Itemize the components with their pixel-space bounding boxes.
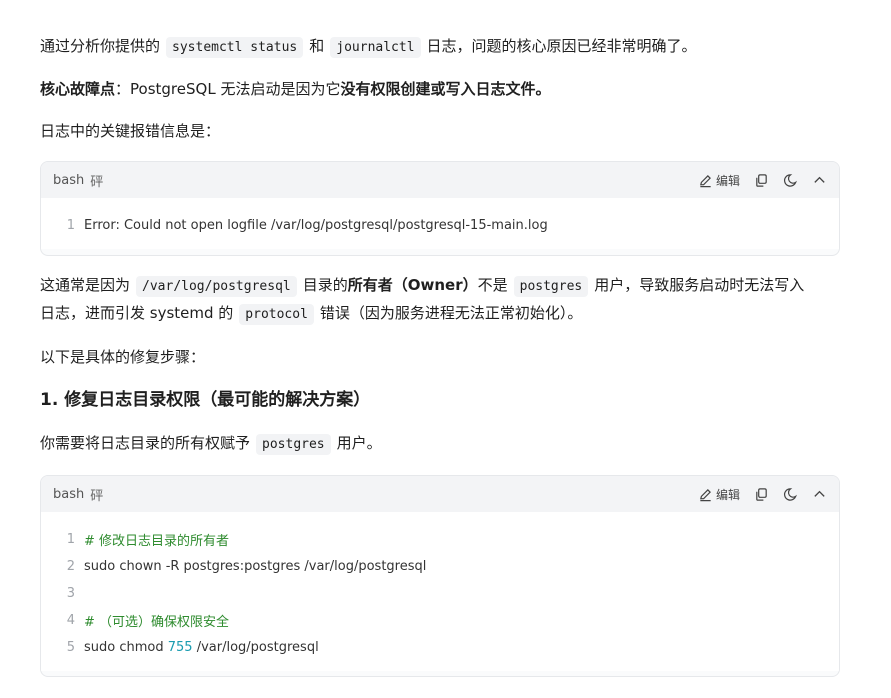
explanation-text: 目录的: [302, 276, 348, 294]
edit-label: 编辑: [715, 173, 740, 188]
line-number: 1: [66, 218, 75, 233]
explanation-text: 不是: [477, 276, 508, 294]
code-line: 5 sudo chmod 755 /var/log/postgresql: [41, 634, 839, 661]
core-fault-bold: 没有权限创建或写入日志文件: [340, 80, 536, 98]
code-block: bash 砰 编辑 1 Error: Could not open logfil…: [40, 161, 840, 256]
code-text: sudo chown -R postgres:postgres /var/log…: [84, 559, 427, 574]
code-language: bash: [53, 172, 85, 188]
code-text: Error: Could not open logfile /var/log/p…: [84, 218, 548, 233]
code-language-extra: 砰: [90, 488, 104, 504]
edit-label: 编辑: [715, 487, 740, 502]
code-line: 1 # 修改日志目录的所有者: [41, 526, 839, 553]
moon-icon: [784, 173, 797, 187]
copy-icon: [756, 173, 767, 187]
code-line: 4 # （可选）确保权限安全: [41, 607, 839, 634]
copy-button[interactable]: [754, 173, 769, 188]
core-fault-text: ：PostgreSQL 无法启动是因为它: [115, 80, 341, 98]
explanation-text: 这通常是因为: [40, 276, 131, 294]
line-number: 3: [66, 586, 75, 601]
code-block: bash 砰 编辑 1 # 修改日志目录的所有者 2 sudo chown -R…: [40, 475, 840, 677]
line-number: 2: [66, 559, 75, 574]
collapse-button[interactable]: [812, 173, 827, 188]
explanation-text: 日志，进而引发 systemd 的: [40, 304, 234, 322]
code-line: 3: [41, 580, 839, 607]
code-language-extra: 砰: [90, 174, 104, 190]
core-fault-paragraph: 核心故障点：PostgreSQL 无法启动是因为它没有权限创建或写入日志文件。: [40, 75, 840, 103]
code-text: sudo chmod 755 /var/log/postgresql: [84, 640, 319, 655]
step1-text: 你需要将日志目录的所有权赋予: [40, 434, 251, 452]
inline-code: protocol: [239, 304, 314, 325]
core-fault-end: 。: [535, 80, 551, 98]
step-heading: 1. 修复日志目录权限（最可能的解决方案）: [40, 390, 371, 410]
explanation-text: 错误（因为服务进程无法正常初始化）。: [319, 304, 583, 322]
inline-code: journalctl: [330, 37, 421, 58]
code-block-header: bash 砰 编辑: [41, 476, 839, 512]
explanation-line-1: 这通常是因为/var/log/postgresql 目录的所有者（Owner）不是…: [40, 271, 840, 301]
log-intro: 日志中的关键报错信息是：: [40, 122, 221, 140]
chevron-up-icon: [814, 490, 825, 497]
chevron-up-icon: [814, 176, 825, 183]
pencil-icon: [700, 174, 711, 187]
inline-code: /var/log/postgresql: [136, 276, 297, 297]
step1-paragraph: 你需要将日志目录的所有权赋予 postgres 用户。: [40, 429, 840, 459]
code-comment: # 修改日志目录的所有者: [84, 534, 230, 549]
explanation-line-2: 日志，进而引发 systemd 的 protocol 错误（因为服务进程无法正常初始…: [40, 299, 840, 329]
explanation-bold: 所有者（Owner）: [347, 276, 478, 294]
line-number: 4: [66, 613, 75, 628]
line-number: 5: [66, 640, 75, 655]
collapse-button[interactable]: [812, 487, 827, 502]
code-body: 1 # 修改日志目录的所有者 2 sudo chown -R postgres:…: [41, 512, 839, 671]
code-language: bash: [53, 486, 85, 502]
steps-intro: 以下是具体的修复步骤：: [40, 348, 206, 366]
inline-code: systemctl status: [166, 37, 304, 58]
code-line: 1 Error: Could not open logfile /var/log…: [41, 212, 839, 239]
intro-text: 日志，问题的核心原因已经非常明确了。: [426, 37, 697, 55]
code-comment: # （可选）确保权限安全: [84, 615, 230, 630]
code-token: /var/log/postgresql: [192, 640, 319, 655]
step1-text: 用户。: [336, 434, 382, 452]
code-line: 2 sudo chown -R postgres:postgres /var/l…: [41, 553, 839, 580]
theme-toggle-button[interactable]: [783, 173, 798, 188]
code-body: 1 Error: Could not open logfile /var/log…: [41, 198, 839, 249]
pencil-icon: [700, 488, 711, 501]
copy-button[interactable]: [754, 487, 769, 502]
line-number: 1: [66, 532, 75, 547]
intro-paragraph: 通过分析你提供的 systemctl status 和 journalctl 日志，问题…: [40, 32, 840, 62]
theme-toggle-button[interactable]: [783, 487, 798, 502]
core-fault-label: 核心故障点: [40, 80, 116, 98]
copy-icon: [756, 487, 767, 501]
code-number-token: 755: [167, 640, 193, 655]
inline-code: postgres: [256, 434, 331, 455]
moon-icon: [784, 487, 797, 501]
intro-text: 和: [309, 37, 325, 55]
edit-button[interactable]: 编辑: [698, 172, 740, 189]
edit-button[interactable]: 编辑: [698, 486, 740, 503]
explanation-text: 用户，导致服务启动时无法写入: [594, 276, 805, 294]
code-token: sudo chmod: [84, 640, 168, 655]
inline-code: postgres: [513, 276, 589, 297]
code-block-header: bash 砰 编辑: [41, 162, 839, 198]
intro-text: 通过分析你提供的: [40, 37, 161, 55]
